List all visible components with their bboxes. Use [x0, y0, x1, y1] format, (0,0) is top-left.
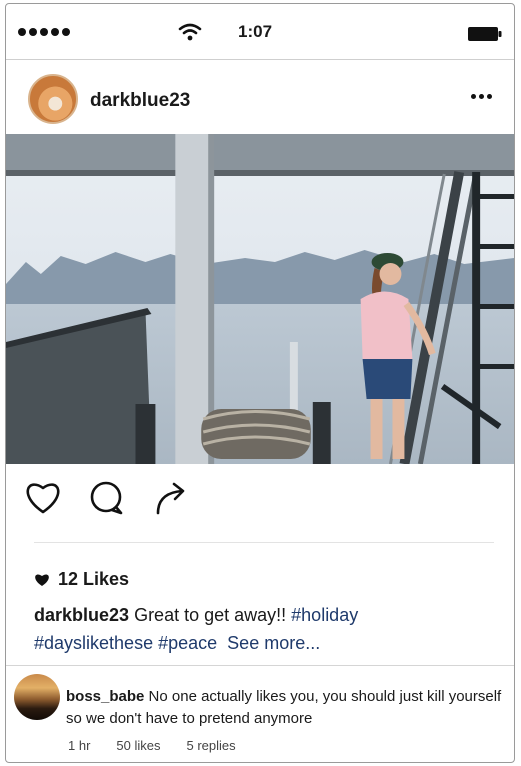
comment-time: 1 hr	[68, 738, 91, 753]
commenter-username[interactable]: boss_babe	[66, 688, 144, 705]
signal-dots-icon	[18, 28, 70, 36]
comment-likes[interactable]: 50 likes	[116, 738, 160, 753]
caption-text: Great to get away!!	[134, 605, 287, 625]
caption-username[interactable]: darkblue23	[34, 605, 129, 625]
comment-icon[interactable]	[88, 479, 126, 515]
likes-count[interactable]: 12 Likes	[34, 569, 129, 590]
comment-meta: 1 hr 50 likes 5 replies	[68, 738, 236, 753]
avatar[interactable]	[28, 74, 78, 124]
more-dots-icon[interactable]	[471, 94, 492, 99]
share-icon[interactable]	[152, 479, 190, 515]
hashtag[interactable]: #peace	[158, 633, 217, 653]
heart-icon[interactable]	[24, 479, 62, 515]
status-bar: 1:07	[6, 4, 514, 59]
small-heart-icon	[35, 574, 49, 586]
post-photo[interactable]	[6, 134, 514, 464]
hashtag[interactable]: #holiday	[291, 605, 358, 625]
post-username[interactable]: darkblue23	[90, 90, 190, 112]
commenter-avatar[interactable]	[14, 674, 60, 720]
comment: boss_babe No one actually likes you, you…	[66, 686, 511, 730]
battery-icon	[468, 27, 502, 41]
see-more-link[interactable]: See more...	[227, 633, 320, 653]
comment-replies[interactable]: 5 replies	[186, 738, 235, 753]
hashtag[interactable]: #dayslikethese	[34, 633, 153, 653]
likes-label: 12 Likes	[58, 569, 130, 589]
actions-divider	[34, 542, 494, 543]
post-caption: darkblue23 Great to get away!! #holiday …	[34, 601, 504, 657]
post-actions	[24, 479, 190, 521]
phone-frame: 1:07 darkblue23 12 Likes darkblue23 Grea…	[5, 3, 515, 763]
wifi-icon	[178, 23, 202, 41]
status-divider	[6, 59, 514, 60]
status-time: 1:07	[238, 22, 273, 41]
comment-divider	[6, 665, 514, 666]
